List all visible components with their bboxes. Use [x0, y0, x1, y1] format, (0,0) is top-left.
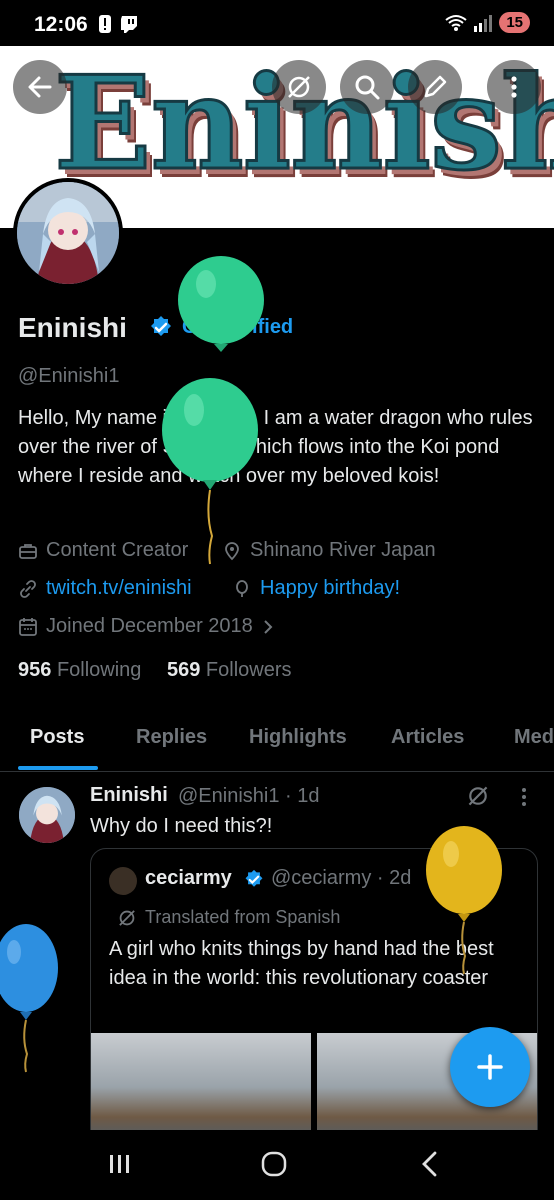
more-button[interactable] [487, 60, 541, 114]
compose-post-button[interactable] [450, 1027, 530, 1107]
tab-articles[interactable]: Articles [391, 726, 464, 749]
search-icon [355, 75, 380, 100]
blue-balloon-icon [0, 924, 58, 1073]
profile-avatar[interactable] [13, 178, 123, 288]
translated-text: Translated from Spanish [145, 907, 341, 927]
post-avatar[interactable] [19, 787, 75, 843]
tab-posts[interactable]: Posts [30, 726, 84, 749]
post-author-handle: @Eninishi1 · 1d [178, 785, 320, 807]
avatar-image [17, 182, 119, 284]
twitch-icon [121, 16, 137, 33]
briefcase-icon [19, 543, 37, 559]
back-nav-icon[interactable] [418, 1150, 442, 1178]
following-count: 956 [18, 659, 52, 681]
quoted-verified-icon [245, 869, 263, 887]
status-icons: 15 [445, 12, 530, 33]
signal-icon [474, 14, 493, 32]
profile-bio: Hello, My name is Eninishi. I am a water… [18, 407, 533, 487]
quoted-avatar [109, 867, 137, 895]
post-text: Why do I need this?! [90, 815, 273, 837]
home-icon[interactable] [260, 1150, 288, 1178]
recents-icon[interactable] [107, 1151, 133, 1177]
post-more-icon[interactable] [516, 786, 532, 808]
birthday-link[interactable]: Happy birthday! [260, 577, 400, 600]
back-arrow-icon [28, 76, 52, 98]
profile-joined[interactable]: Joined December 2018 [18, 615, 275, 638]
battery-indicator: 15 [499, 12, 530, 33]
compose-icon [424, 75, 447, 98]
yellow-balloon-icon [426, 826, 502, 975]
status-time: 12:06 [34, 13, 88, 36]
following-stat[interactable]: 956 Following [18, 659, 141, 681]
profile-website[interactable]: twitch.tv/eninishi [18, 577, 192, 600]
followers-label: Followers [205, 659, 292, 681]
alert-icon [99, 15, 111, 33]
grok-icon [288, 76, 310, 98]
back-button[interactable] [13, 60, 67, 114]
translated-label: Translated from Spanish [117, 907, 340, 928]
verified-badge-icon[interactable] [148, 315, 174, 341]
tab-highlights[interactable]: Highlights [249, 726, 347, 749]
profile-tabs: Posts Replies Highlights Articles Med [0, 718, 554, 772]
balloon-icon [236, 579, 248, 597]
active-tab-indicator [18, 766, 98, 770]
green-balloon-icon [162, 378, 258, 565]
chevron-right-icon [264, 619, 273, 634]
link-icon [20, 579, 36, 598]
joined-text: Joined December 2018 [46, 615, 253, 637]
profile-handle: @Eninishi1 [18, 365, 120, 387]
profile-birthday[interactable]: Happy birthday! [232, 577, 400, 600]
followers-count: 569 [166, 659, 201, 681]
following-label: Following [56, 659, 142, 681]
website-link[interactable]: twitch.tv/eninishi [46, 577, 192, 600]
tab-media[interactable]: Med [514, 726, 554, 749]
quoted-author-handle: @ceciarmy · 2d [271, 867, 412, 889]
profile-stats: 956 Following 569 Followers [18, 659, 292, 682]
post-author-name[interactable]: Eninishi [90, 784, 168, 807]
followers-stat[interactable]: 569 Followers [167, 659, 292, 681]
wifi-icon [445, 14, 467, 31]
search-button[interactable] [340, 60, 394, 114]
status-bar: 12:06 15 [0, 0, 554, 46]
grok-translate-icon [119, 909, 135, 926]
calendar-icon [19, 617, 37, 636]
tab-replies[interactable]: Replies [136, 726, 207, 749]
more-vertical-icon [511, 76, 517, 98]
plus-icon [477, 1054, 503, 1080]
green-balloon-icon [178, 256, 264, 352]
system-nav-bar [0, 1130, 554, 1200]
profile-name: Eninishi [18, 312, 127, 343]
quoted-author-name: ceciarmy [145, 867, 232, 889]
grok-post-icon[interactable] [466, 784, 490, 808]
location-text: Shinano River Japan [250, 539, 436, 561]
compose-button[interactable] [408, 60, 462, 114]
grok-button[interactable] [272, 60, 326, 114]
